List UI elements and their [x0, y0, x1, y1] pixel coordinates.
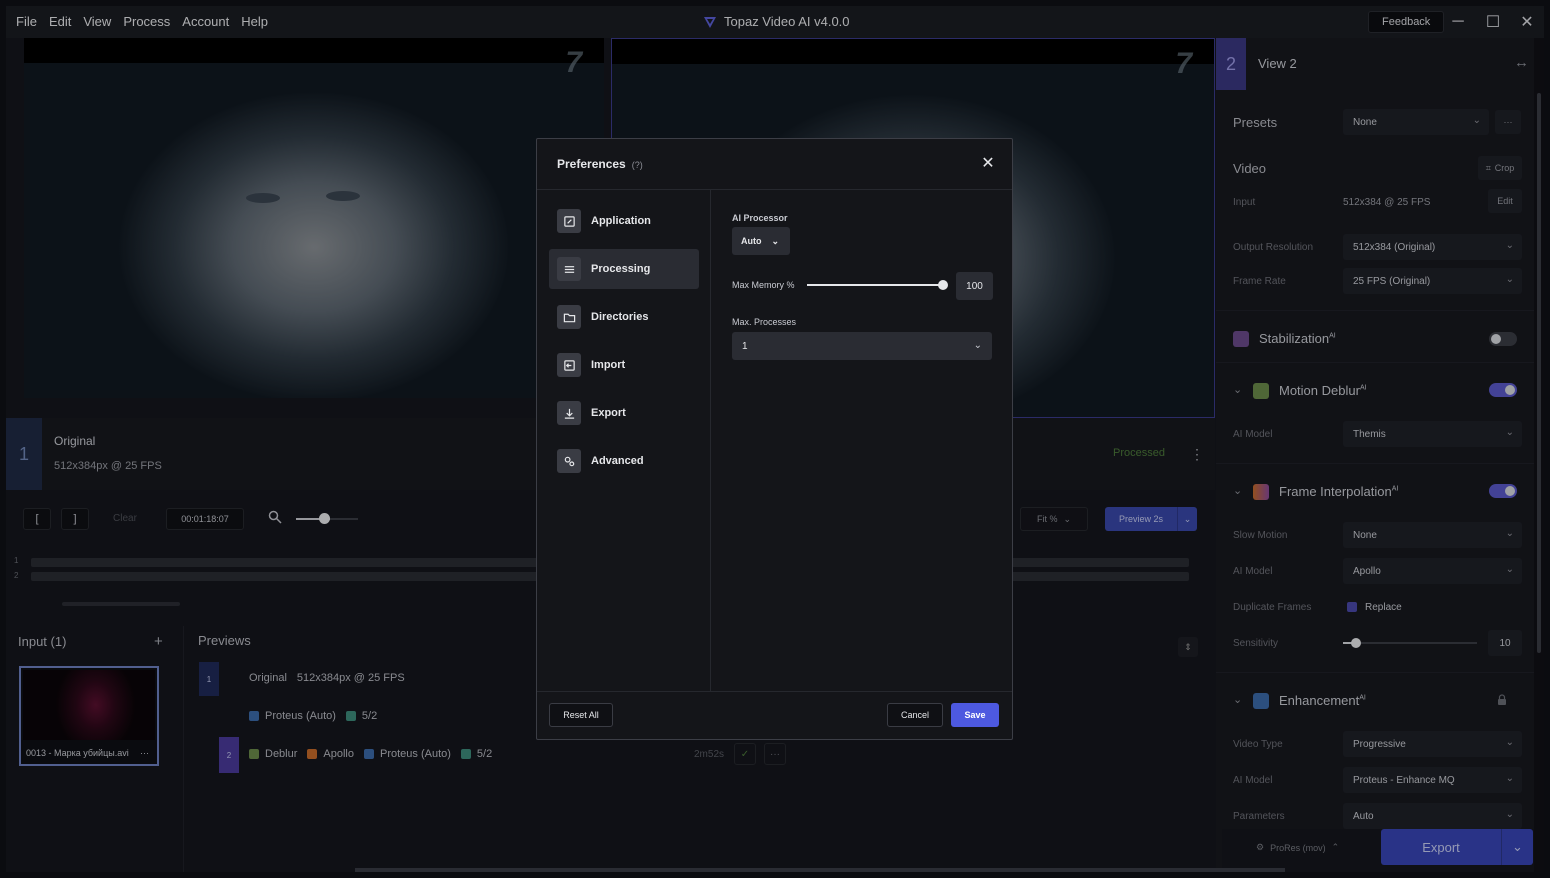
reset-all-button[interactable]: Reset All — [549, 703, 613, 727]
nav-application-label: Application — [591, 215, 651, 227]
ai-processor-value: Auto — [741, 236, 762, 246]
ai-processor-select[interactable]: Auto ⌄ — [732, 227, 790, 255]
dialog-footer-divider — [537, 691, 1012, 692]
preferences-dialog: Preferences (?) ✕ Application Processing… — [536, 138, 1013, 740]
nav-application[interactable]: Application — [549, 201, 699, 241]
taskbar-edge — [355, 868, 1285, 872]
app-window: File Edit View Process Account Help Topa… — [6, 6, 1544, 872]
max-memory-slider-knob[interactable] — [938, 280, 948, 290]
download-icon — [557, 401, 581, 425]
dialog-sidebar-divider — [710, 190, 711, 691]
nav-export[interactable]: Export — [549, 393, 699, 433]
nav-directories-label: Directories — [591, 311, 649, 323]
cancel-button[interactable]: Cancel — [887, 703, 943, 727]
processing-icon — [557, 257, 581, 281]
advanced-settings-icon — [557, 449, 581, 473]
nav-processing[interactable]: Processing — [549, 249, 699, 289]
application-icon — [557, 209, 581, 233]
nav-directories[interactable]: Directories — [549, 297, 699, 337]
nav-import-label: Import — [591, 359, 626, 371]
save-button[interactable]: Save — [951, 703, 999, 727]
dialog-title-text: Preferences — [557, 157, 626, 171]
max-memory-slider-track[interactable] — [807, 284, 943, 286]
max-memory-value[interactable]: 100 — [956, 272, 993, 300]
max-memory-label: Max Memory % — [732, 280, 795, 290]
nav-processing-label: Processing — [591, 263, 651, 275]
dialog-header-divider — [537, 189, 1012, 190]
dialog-title: Preferences (?) — [557, 157, 643, 171]
nav-advanced-label: Advanced — [591, 455, 644, 467]
import-icon — [557, 353, 581, 377]
max-processes-select[interactable]: 1 ⌄ — [732, 332, 992, 360]
max-processes-label: Max. Processes — [732, 317, 797, 327]
folder-icon — [557, 305, 581, 329]
nav-import[interactable]: Import — [549, 345, 699, 385]
nav-advanced[interactable]: Advanced — [549, 441, 699, 481]
ai-processor-label: AI Processor — [732, 213, 788, 223]
help-icon[interactable]: (?) — [632, 160, 643, 170]
nav-export-label: Export — [591, 407, 626, 419]
max-processes-value: 1 — [742, 340, 748, 352]
close-icon[interactable]: ✕ — [978, 153, 998, 173]
chevron-down-icon: ⌄ — [973, 340, 982, 351]
chevron-down-icon: ⌄ — [771, 235, 780, 246]
